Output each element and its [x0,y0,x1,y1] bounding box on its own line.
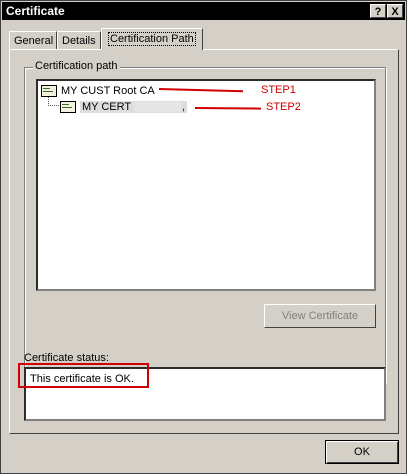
redacted-text [133,102,182,113]
certificate-icon [60,101,76,114]
tab-general-label: General [14,35,54,47]
tree-node-my-cert-label: MY CERT [82,101,131,113]
tab-certification-path-label: Certification Path [108,32,196,46]
certification-path-group: Certification path MY CUST Root CA MY CE… [24,60,386,383]
tree-node-root-label: MY CUST Root CA [61,85,155,97]
tab-general[interactable]: General [9,31,57,49]
status-highlight-box [18,363,149,388]
tree-node-my-cert[interactable]: MY CERT , [60,100,188,115]
tree-node-my-cert-suffix: , [181,101,186,113]
tab-details[interactable]: Details [57,31,101,49]
tree-node-my-cert-text: MY CERT , [80,101,188,113]
close-button[interactable]: X [387,4,403,18]
ok-button[interactable]: OK [325,440,399,464]
help-button[interactable]: ? [370,4,386,18]
certificate-icon [41,85,57,98]
tree-connector [48,97,59,106]
certificate-dialog: Certificate ? X General Details Certific… [0,0,407,474]
step2-label: STEP2 [266,101,301,113]
window-title: Certificate [6,4,65,18]
certification-path-label: Certification path [33,60,120,72]
title-bar: Certificate ? X [2,2,405,20]
tab-details-label: Details [62,35,96,47]
step1-label: STEP1 [261,84,296,96]
tab-certification-path[interactable]: Certification Path [101,28,203,50]
certification-path-tree[interactable]: MY CUST Root CA MY CERT , [36,79,376,291]
view-certificate-button[interactable]: View Certificate [264,304,376,328]
